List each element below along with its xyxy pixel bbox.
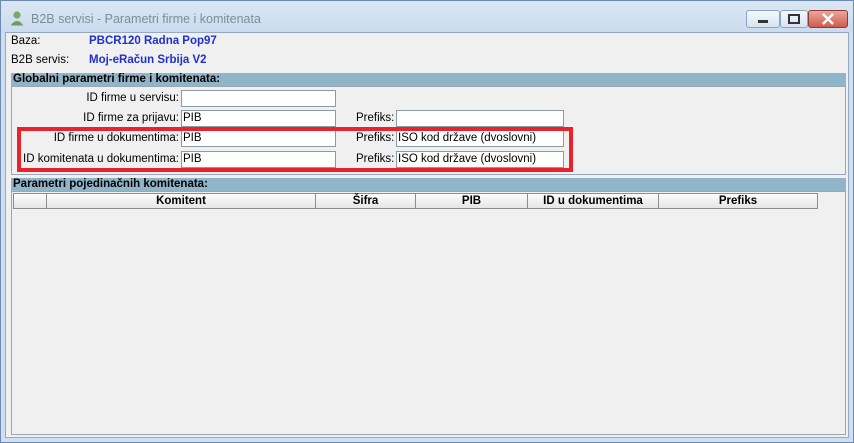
grid-header-row: Komitent Šifra PIB ID u dokumentima Pref… — [13, 193, 818, 209]
global-params-header: Globalni parametri firme i komitenata: — [11, 73, 846, 86]
b2b-servis-value: Moj-eRačun Srbija V2 — [89, 54, 207, 66]
baza-value: PBCR120 Radna Pop97 — [89, 35, 217, 47]
row-selector-header[interactable] — [13, 193, 47, 209]
column-header-sifra[interactable]: Šifra — [316, 193, 416, 209]
close-button[interactable] — [808, 10, 848, 28]
id-firme-prijava-label: ID firme za prijavu: — [83, 112, 179, 124]
window-title: B2B servisi - Parametri firme i komitena… — [31, 12, 261, 26]
prefiks-prijava-label: Prefiks: — [356, 112, 395, 124]
column-header-id-u-dokumentima[interactable]: ID u dokumentima — [528, 193, 659, 209]
id-firme-servis-label: ID firme u servisu: — [86, 92, 179, 104]
column-header-komitent[interactable]: Komitent — [47, 193, 316, 209]
baza-label: Baza: — [11, 35, 41, 47]
minimize-button[interactable] — [746, 10, 780, 28]
komitenti-grid[interactable]: Komitent Šifra PIB ID u dokumentima Pref… — [11, 191, 846, 435]
app-window: B2B servisi - Parametri firme i komitena… — [0, 0, 854, 443]
column-header-pib[interactable]: PIB — [416, 193, 528, 209]
column-header-prefiks[interactable]: Prefiks — [659, 193, 818, 209]
minimize-icon — [758, 20, 768, 23]
form-client-area: Baza: PBCR120 Radna Pop97 B2B servis: Mo… — [5, 32, 849, 438]
highlight-box — [17, 127, 573, 172]
komitenti-params-header: Parametri pojedinačnih komitenata: — [11, 178, 846, 191]
title-bar[interactable]: B2B servisi - Parametri firme i komitena… — [1, 1, 853, 33]
maximize-icon — [788, 14, 800, 24]
maximize-button[interactable] — [780, 10, 808, 28]
close-icon — [822, 13, 834, 25]
user-icon — [9, 10, 25, 26]
id-firme-servis-input[interactable] — [181, 90, 336, 107]
b2b-servis-label: B2B servis: — [11, 54, 70, 66]
id-firme-prijava-input[interactable]: PIB — [181, 110, 336, 127]
prefiks-prijava-input[interactable] — [396, 110, 564, 127]
